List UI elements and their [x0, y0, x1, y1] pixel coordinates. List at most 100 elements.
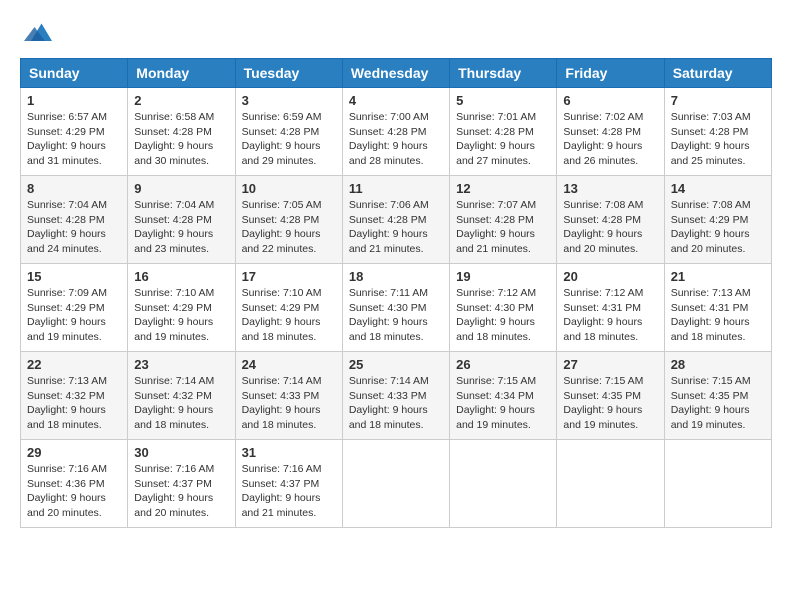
day-number: 31	[242, 445, 336, 460]
calendar-day-header: Monday	[128, 59, 235, 88]
calendar-cell: 12 Sunrise: 7:07 AM Sunset: 4:28 PM Dayl…	[450, 176, 557, 264]
cell-info: Sunrise: 7:09 AM Sunset: 4:29 PM Dayligh…	[27, 286, 121, 345]
calendar-cell: 14 Sunrise: 7:08 AM Sunset: 4:29 PM Dayl…	[664, 176, 771, 264]
day-number: 10	[242, 181, 336, 196]
calendar-cell: 5 Sunrise: 7:01 AM Sunset: 4:28 PM Dayli…	[450, 88, 557, 176]
cell-info: Sunrise: 7:10 AM Sunset: 4:29 PM Dayligh…	[242, 286, 336, 345]
calendar-week-row: 8 Sunrise: 7:04 AM Sunset: 4:28 PM Dayli…	[21, 176, 772, 264]
cell-info: Sunrise: 7:13 AM Sunset: 4:32 PM Dayligh…	[27, 374, 121, 433]
calendar-day-header: Friday	[557, 59, 664, 88]
calendar-week-row: 29 Sunrise: 7:16 AM Sunset: 4:36 PM Dayl…	[21, 440, 772, 528]
calendar-cell: 31 Sunrise: 7:16 AM Sunset: 4:37 PM Dayl…	[235, 440, 342, 528]
cell-info: Sunrise: 7:01 AM Sunset: 4:28 PM Dayligh…	[456, 110, 550, 169]
day-number: 29	[27, 445, 121, 460]
day-number: 28	[671, 357, 765, 372]
cell-info: Sunrise: 7:00 AM Sunset: 4:28 PM Dayligh…	[349, 110, 443, 169]
cell-info: Sunrise: 7:08 AM Sunset: 4:29 PM Dayligh…	[671, 198, 765, 257]
calendar-cell: 18 Sunrise: 7:11 AM Sunset: 4:30 PM Dayl…	[342, 264, 449, 352]
calendar-day-header: Saturday	[664, 59, 771, 88]
calendar-cell: 10 Sunrise: 7:05 AM Sunset: 4:28 PM Dayl…	[235, 176, 342, 264]
calendar-cell	[557, 440, 664, 528]
cell-info: Sunrise: 7:03 AM Sunset: 4:28 PM Dayligh…	[671, 110, 765, 169]
page-header	[20, 20, 772, 48]
calendar-cell	[450, 440, 557, 528]
cell-info: Sunrise: 7:10 AM Sunset: 4:29 PM Dayligh…	[134, 286, 228, 345]
calendar-header-row: SundayMondayTuesdayWednesdayThursdayFrid…	[21, 59, 772, 88]
calendar-cell: 22 Sunrise: 7:13 AM Sunset: 4:32 PM Dayl…	[21, 352, 128, 440]
calendar-cell: 8 Sunrise: 7:04 AM Sunset: 4:28 PM Dayli…	[21, 176, 128, 264]
cell-info: Sunrise: 6:57 AM Sunset: 4:29 PM Dayligh…	[27, 110, 121, 169]
day-number: 12	[456, 181, 550, 196]
calendar-cell: 15 Sunrise: 7:09 AM Sunset: 4:29 PM Dayl…	[21, 264, 128, 352]
day-number: 8	[27, 181, 121, 196]
cell-info: Sunrise: 7:04 AM Sunset: 4:28 PM Dayligh…	[134, 198, 228, 257]
calendar-cell: 3 Sunrise: 6:59 AM Sunset: 4:28 PM Dayli…	[235, 88, 342, 176]
calendar-cell: 30 Sunrise: 7:16 AM Sunset: 4:37 PM Dayl…	[128, 440, 235, 528]
cell-info: Sunrise: 7:12 AM Sunset: 4:31 PM Dayligh…	[563, 286, 657, 345]
day-number: 26	[456, 357, 550, 372]
logo	[20, 20, 52, 48]
calendar-cell: 6 Sunrise: 7:02 AM Sunset: 4:28 PM Dayli…	[557, 88, 664, 176]
day-number: 15	[27, 269, 121, 284]
cell-info: Sunrise: 7:12 AM Sunset: 4:30 PM Dayligh…	[456, 286, 550, 345]
day-number: 4	[349, 93, 443, 108]
day-number: 11	[349, 181, 443, 196]
calendar-cell: 9 Sunrise: 7:04 AM Sunset: 4:28 PM Dayli…	[128, 176, 235, 264]
calendar-cell: 21 Sunrise: 7:13 AM Sunset: 4:31 PM Dayl…	[664, 264, 771, 352]
day-number: 7	[671, 93, 765, 108]
cell-info: Sunrise: 7:14 AM Sunset: 4:33 PM Dayligh…	[349, 374, 443, 433]
cell-info: Sunrise: 7:08 AM Sunset: 4:28 PM Dayligh…	[563, 198, 657, 257]
calendar-cell: 28 Sunrise: 7:15 AM Sunset: 4:35 PM Dayl…	[664, 352, 771, 440]
day-number: 13	[563, 181, 657, 196]
day-number: 1	[27, 93, 121, 108]
day-number: 2	[134, 93, 228, 108]
day-number: 18	[349, 269, 443, 284]
cell-info: Sunrise: 7:15 AM Sunset: 4:35 PM Dayligh…	[563, 374, 657, 433]
cell-info: Sunrise: 7:11 AM Sunset: 4:30 PM Dayligh…	[349, 286, 443, 345]
day-number: 9	[134, 181, 228, 196]
calendar-day-header: Wednesday	[342, 59, 449, 88]
calendar-day-header: Thursday	[450, 59, 557, 88]
day-number: 23	[134, 357, 228, 372]
calendar-cell: 7 Sunrise: 7:03 AM Sunset: 4:28 PM Dayli…	[664, 88, 771, 176]
cell-info: Sunrise: 7:15 AM Sunset: 4:34 PM Dayligh…	[456, 374, 550, 433]
calendar-table: SundayMondayTuesdayWednesdayThursdayFrid…	[20, 58, 772, 528]
calendar-cell: 24 Sunrise: 7:14 AM Sunset: 4:33 PM Dayl…	[235, 352, 342, 440]
cell-info: Sunrise: 7:06 AM Sunset: 4:28 PM Dayligh…	[349, 198, 443, 257]
cell-info: Sunrise: 7:02 AM Sunset: 4:28 PM Dayligh…	[563, 110, 657, 169]
calendar-week-row: 15 Sunrise: 7:09 AM Sunset: 4:29 PM Dayl…	[21, 264, 772, 352]
cell-info: Sunrise: 7:16 AM Sunset: 4:37 PM Dayligh…	[134, 462, 228, 521]
day-number: 21	[671, 269, 765, 284]
calendar-cell: 17 Sunrise: 7:10 AM Sunset: 4:29 PM Dayl…	[235, 264, 342, 352]
calendar-day-header: Sunday	[21, 59, 128, 88]
calendar-cell: 11 Sunrise: 7:06 AM Sunset: 4:28 PM Dayl…	[342, 176, 449, 264]
calendar-cell: 29 Sunrise: 7:16 AM Sunset: 4:36 PM Dayl…	[21, 440, 128, 528]
day-number: 19	[456, 269, 550, 284]
calendar-cell: 19 Sunrise: 7:12 AM Sunset: 4:30 PM Dayl…	[450, 264, 557, 352]
day-number: 20	[563, 269, 657, 284]
calendar-day-header: Tuesday	[235, 59, 342, 88]
calendar-cell: 20 Sunrise: 7:12 AM Sunset: 4:31 PM Dayl…	[557, 264, 664, 352]
calendar-week-row: 22 Sunrise: 7:13 AM Sunset: 4:32 PM Dayl…	[21, 352, 772, 440]
day-number: 16	[134, 269, 228, 284]
day-number: 25	[349, 357, 443, 372]
calendar-cell: 2 Sunrise: 6:58 AM Sunset: 4:28 PM Dayli…	[128, 88, 235, 176]
calendar-cell: 13 Sunrise: 7:08 AM Sunset: 4:28 PM Dayl…	[557, 176, 664, 264]
calendar-cell: 27 Sunrise: 7:15 AM Sunset: 4:35 PM Dayl…	[557, 352, 664, 440]
calendar-cell: 16 Sunrise: 7:10 AM Sunset: 4:29 PM Dayl…	[128, 264, 235, 352]
calendar-cell: 23 Sunrise: 7:14 AM Sunset: 4:32 PM Dayl…	[128, 352, 235, 440]
cell-info: Sunrise: 7:16 AM Sunset: 4:36 PM Dayligh…	[27, 462, 121, 521]
day-number: 27	[563, 357, 657, 372]
day-number: 30	[134, 445, 228, 460]
calendar-cell	[664, 440, 771, 528]
cell-info: Sunrise: 7:05 AM Sunset: 4:28 PM Dayligh…	[242, 198, 336, 257]
calendar-cell: 1 Sunrise: 6:57 AM Sunset: 4:29 PM Dayli…	[21, 88, 128, 176]
cell-info: Sunrise: 7:04 AM Sunset: 4:28 PM Dayligh…	[27, 198, 121, 257]
day-number: 22	[27, 357, 121, 372]
calendar-cell: 26 Sunrise: 7:15 AM Sunset: 4:34 PM Dayl…	[450, 352, 557, 440]
day-number: 24	[242, 357, 336, 372]
cell-info: Sunrise: 7:14 AM Sunset: 4:32 PM Dayligh…	[134, 374, 228, 433]
day-number: 3	[242, 93, 336, 108]
page-container: SundayMondayTuesdayWednesdayThursdayFrid…	[20, 20, 772, 528]
cell-info: Sunrise: 7:07 AM Sunset: 4:28 PM Dayligh…	[456, 198, 550, 257]
